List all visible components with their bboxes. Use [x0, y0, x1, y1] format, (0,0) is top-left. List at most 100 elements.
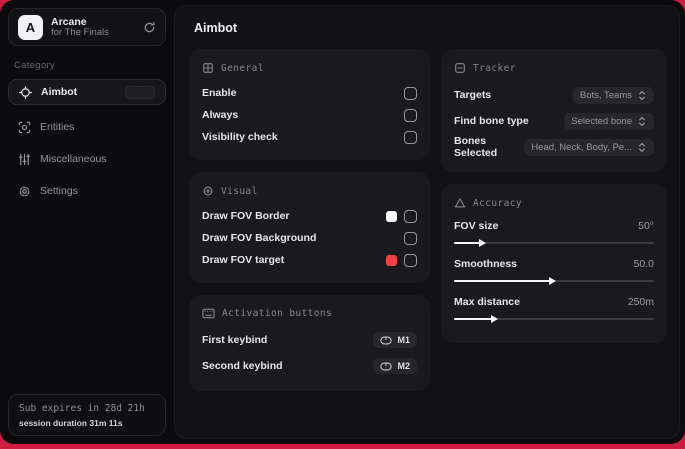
- setting-row: First keybind M1: [202, 327, 417, 353]
- tracker-card: Tracker Targets Bots, Teams Find bone ty…: [441, 49, 667, 172]
- enable-checkbox[interactable]: [404, 86, 417, 100]
- accuracy-card-header: Accuracy: [454, 197, 654, 209]
- keybind-value: M2: [397, 361, 410, 371]
- select-value: Bots, Teams: [579, 89, 632, 101]
- setting-row: Bones Selected Head, Neck, Body, Pe...: [454, 134, 654, 160]
- setting-row: Targets Bots, Teams: [454, 82, 654, 108]
- targets-select[interactable]: Bots, Teams: [572, 86, 654, 104]
- slider-thumb[interactable]: [549, 277, 556, 285]
- sidebar-item-settings[interactable]: Settings: [8, 177, 166, 205]
- main-panel: Aimbot General Enable Always Visibility …: [174, 5, 680, 439]
- second-keybind-button[interactable]: M2: [373, 358, 417, 374]
- mouse-icon: [380, 362, 393, 371]
- grid-icon: [202, 62, 214, 74]
- always-checkbox[interactable]: [404, 108, 417, 122]
- subscription-status-card: Sub expires in 28d 21h session duration …: [8, 394, 166, 436]
- content-columns: General Enable Always Visibility check V…: [189, 49, 667, 391]
- slider-row: Max distance 250m: [454, 293, 654, 325]
- visibility-check-checkbox[interactable]: [404, 130, 417, 144]
- square-minus-icon: [454, 62, 466, 74]
- sidebar-nav: Aimbot Entities Miscellaneous Settings: [0, 79, 174, 209]
- sidebar-item-label: Settings: [40, 185, 78, 197]
- setting-row: Visibility check: [202, 126, 417, 148]
- max-distance-slider[interactable]: [454, 313, 654, 325]
- slider-fill: [454, 315, 498, 323]
- triangle-icon: [454, 197, 466, 209]
- setting-label: Draw FOV Border: [202, 210, 290, 222]
- setting-label: Always: [202, 109, 239, 121]
- slider-fill: [454, 277, 556, 285]
- session-duration-text: session duration 31m 11s: [19, 418, 123, 428]
- draw-fov-background-checkbox[interactable]: [404, 231, 417, 245]
- setting-label: FOV size: [454, 220, 499, 232]
- slider-fill: [454, 239, 486, 247]
- bones-selected-select[interactable]: Head, Neck, Body, Pe...: [524, 138, 654, 156]
- app-subtitle: for The Finals: [51, 26, 109, 38]
- sidebar-item-label: Entities: [40, 121, 75, 133]
- sidebar-item-entities[interactable]: Entities: [8, 113, 166, 141]
- setting-row: Draw FOV Border: [202, 205, 417, 227]
- draw-fov-border-checkbox[interactable]: [404, 209, 417, 223]
- setting-row: Find bone type Selected bone: [454, 108, 654, 134]
- first-keybind-button[interactable]: M1: [373, 332, 417, 348]
- general-card-header: General: [202, 62, 417, 74]
- keybind-hint-pill: [125, 85, 155, 99]
- slider-thumb[interactable]: [491, 315, 498, 323]
- card-title: Accuracy: [473, 197, 522, 209]
- fov-target-color-swatch[interactable]: [386, 254, 397, 266]
- sliders-icon: [18, 153, 31, 166]
- setting-label: Draw FOV Background: [202, 232, 317, 244]
- app-titles: Arcane for The Finals: [51, 16, 135, 39]
- card-title: Activation buttons: [222, 308, 333, 319]
- max-distance-value: 250m: [627, 296, 654, 308]
- left-column: General Enable Always Visibility check V…: [189, 49, 430, 391]
- card-title: General: [221, 62, 264, 74]
- setting-row: Enable: [202, 82, 417, 104]
- refresh-icon[interactable]: [143, 21, 156, 34]
- select-value: Selected bone: [571, 115, 632, 127]
- chevrons-up-down-icon: [637, 90, 647, 101]
- chevrons-up-down-icon: [637, 142, 647, 153]
- slider-thumb[interactable]: [479, 239, 486, 247]
- fov-border-color-swatch[interactable]: [386, 210, 397, 222]
- sidebar: A Arcane for The Finals Category Aimbot …: [0, 0, 174, 444]
- setting-label: Max distance: [454, 296, 520, 308]
- activation-buttons-card: Activation buttons First keybind M1 Seco…: [189, 295, 430, 391]
- sub-expiry-text: Sub expires in 28d 21h: [19, 403, 145, 414]
- page-title: Aimbot: [194, 21, 238, 35]
- right-column: Tracker Targets Bots, Teams Find bone ty…: [441, 49, 667, 391]
- setting-label: Second keybind: [202, 360, 283, 372]
- setting-row: Always: [202, 104, 417, 126]
- mouse-icon: [380, 336, 393, 345]
- activation-card-header: Activation buttons: [202, 308, 417, 319]
- tracker-card-header: Tracker: [454, 62, 654, 74]
- sidebar-item-miscellaneous[interactable]: Miscellaneous: [8, 145, 166, 173]
- app-header-card: A Arcane for The Finals: [8, 8, 166, 46]
- setting-label: Find bone type: [454, 115, 529, 127]
- app-name: Arcane: [51, 15, 87, 28]
- setting-label: Draw FOV target: [202, 254, 285, 266]
- setting-label: Enable: [202, 87, 237, 99]
- setting-label: Bones Selected: [454, 135, 498, 159]
- select-value: Head, Neck, Body, Pe...: [531, 141, 632, 153]
- gear-icon: [18, 185, 31, 198]
- slider-row: Smoothness 50.0: [454, 255, 654, 287]
- app-logo: A: [18, 14, 43, 40]
- setting-row: Draw FOV target: [202, 249, 417, 271]
- keybind-value: M1: [397, 335, 410, 345]
- setting-label: Visibility check: [202, 131, 278, 143]
- smoothness-slider[interactable]: [454, 275, 654, 287]
- find-bone-type-select[interactable]: Selected bone: [564, 112, 654, 130]
- sidebar-item-aimbot[interactable]: Aimbot: [8, 79, 166, 105]
- smoothness-value: 50.0: [633, 258, 654, 270]
- general-card: General Enable Always Visibility check: [189, 49, 430, 160]
- visual-card: Visual Draw FOV Border Draw FOV Backgrou…: [189, 172, 430, 283]
- setting-row: Second keybind M2: [202, 353, 417, 379]
- fov-size-slider[interactable]: [454, 237, 654, 249]
- fov-size-value: 50°: [638, 220, 654, 232]
- crosshair-icon: [19, 85, 32, 99]
- card-title: Visual: [221, 185, 258, 197]
- draw-fov-target-checkbox[interactable]: [404, 253, 417, 267]
- setting-label: Smoothness: [454, 258, 518, 270]
- chevrons-up-down-icon: [637, 116, 647, 127]
